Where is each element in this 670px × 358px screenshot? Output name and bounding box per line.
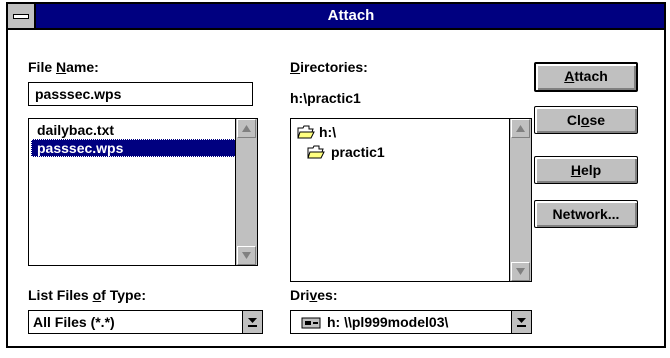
dialog-title: Attach xyxy=(327,7,375,24)
drives-label: Drives: xyxy=(290,287,338,303)
dropdown-arrow-icon[interactable] xyxy=(511,311,531,333)
directory-scrollbar[interactable] xyxy=(509,119,531,281)
dropdown-arrow-icon[interactable] xyxy=(242,311,262,333)
file-name-value: passsec.wps xyxy=(35,86,122,102)
scroll-down-arrow-icon[interactable] xyxy=(511,262,530,281)
file-list[interactable]: dailybac.txt passsec.wps xyxy=(28,118,258,266)
drive-value: h: \\pl999model03\ xyxy=(327,314,449,330)
open-folder-icon xyxy=(307,145,325,159)
close-button[interactable]: Close xyxy=(534,106,638,134)
system-menu-icon[interactable] xyxy=(8,4,36,28)
current-directory: h:\practic1 xyxy=(290,90,361,106)
file-type-label: List Files of Type: xyxy=(28,287,146,303)
attach-dialog: Attach File Name: passsec.wps dailybac.t… xyxy=(6,2,666,348)
title-bar[interactable]: Attach xyxy=(8,4,664,30)
list-item[interactable]: passsec.wps xyxy=(31,139,237,157)
file-type-select[interactable]: All Files (*.*) xyxy=(28,310,263,334)
scroll-up-arrow-icon[interactable] xyxy=(511,119,530,138)
open-folder-icon xyxy=(297,125,315,139)
file-name-input[interactable]: passsec.wps xyxy=(28,82,253,106)
file-name-label: File Name: xyxy=(28,59,99,75)
attach-button[interactable]: Attach xyxy=(534,62,638,92)
scroll-up-arrow-icon[interactable] xyxy=(237,119,256,138)
network-drive-icon xyxy=(301,317,321,329)
drives-select[interactable]: h: \\pl999model03\ xyxy=(290,310,532,334)
scroll-down-arrow-icon[interactable] xyxy=(237,246,256,265)
file-type-value: All Files (*.*) xyxy=(33,314,115,330)
help-button[interactable]: Help xyxy=(534,156,638,184)
directories-label: Directories: xyxy=(290,59,368,75)
network-button[interactable]: Network... xyxy=(534,200,638,228)
directory-tree[interactable]: h:\ practic1 xyxy=(290,118,532,282)
list-item[interactable]: dailybac.txt xyxy=(31,121,237,139)
file-list-scrollbar[interactable] xyxy=(235,119,257,265)
